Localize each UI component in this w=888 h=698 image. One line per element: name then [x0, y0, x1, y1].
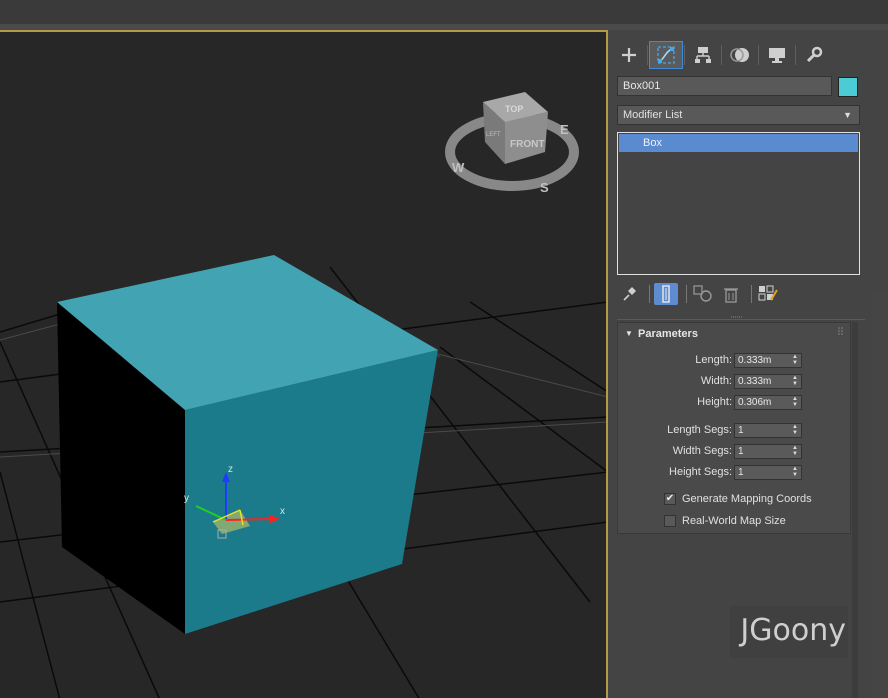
object-name-field[interactable]: Box001	[617, 76, 832, 96]
make-unique-icon	[693, 285, 712, 302]
unchecked-box-icon[interactable]	[664, 515, 676, 527]
dropdown-arrow-icon: ▼	[843, 110, 852, 120]
object-color-swatch[interactable]	[838, 77, 858, 97]
height-segs-label: Height Segs:	[669, 466, 732, 478]
parameters-rollout: ▼ Parameters Length: 0.333m ▲ ▼ Width: 0.3…	[617, 322, 851, 534]
width-segs-label: Width Segs:	[672, 445, 732, 457]
pin-stack-button[interactable]	[617, 283, 641, 305]
configure-sets-icon	[758, 285, 778, 301]
spinner-arrows-icon[interactable]: ▲ ▼	[792, 354, 799, 366]
utilities-tab[interactable]	[797, 41, 831, 69]
spinner-arrows-icon[interactable]: ▲ ▼	[792, 396, 799, 408]
show-end-result-icon	[662, 285, 670, 303]
drag-handle-icon[interactable]	[838, 327, 844, 335]
panel-scrollbar[interactable]	[852, 322, 858, 698]
spinner-arrows-icon[interactable]: ▲ ▼	[792, 445, 799, 457]
monitor-icon	[769, 48, 785, 63]
viewport-scene: z x y TOP FRONT LEFT W S E	[0, 92, 606, 698]
motion-tab[interactable]	[723, 41, 757, 69]
viewcube-front-label: FRONT	[510, 139, 544, 150]
width-spinner[interactable]: 0.333m ▲ ▼	[734, 374, 802, 389]
length-segs-spinner[interactable]: 1 ▲ ▼	[734, 423, 802, 438]
height-segs-spinner[interactable]: 1 ▲ ▼	[734, 465, 802, 480]
modifier-list-dropdown[interactable]: Modifier List ▼	[617, 105, 860, 125]
height-label: Height:	[697, 396, 732, 408]
modifier-stack-toolbar	[617, 282, 867, 306]
collapse-triangle-icon: ▼	[625, 329, 633, 338]
remove-modifier-button[interactable]	[719, 283, 743, 305]
plus-icon	[622, 48, 636, 62]
height-row: Height: 0.306m ▲ ▼	[618, 395, 850, 411]
height-spinner[interactable]: 0.306m ▲ ▼	[734, 395, 802, 410]
width-row: Width: 0.333m ▲ ▼	[618, 374, 850, 390]
length-segs-row: Length Segs: 1 ▲ ▼	[618, 423, 850, 439]
real-world-map-size-label: Real-World Map Size	[682, 515, 786, 527]
checkmark-icon[interactable]: ✔	[664, 493, 676, 505]
width-segs-row: Width Segs: 1 ▲ ▼	[618, 444, 850, 460]
hierarchy-tab[interactable]	[686, 41, 720, 69]
gizmo-x-label: x	[280, 506, 285, 517]
show-end-result-button[interactable]	[654, 283, 678, 305]
pin-icon	[623, 287, 636, 301]
parameters-rollout-header[interactable]: ▼ Parameters	[618, 323, 850, 345]
trash-icon	[724, 288, 738, 303]
gizmo-y-label: y	[184, 493, 189, 504]
configure-modifier-sets-button[interactable]	[756, 283, 780, 305]
watermark: JGoony	[730, 606, 848, 658]
stack-item-box[interactable]: Box	[619, 134, 858, 152]
wrench-icon	[806, 46, 823, 63]
length-label: Length:	[695, 354, 732, 366]
viewcube[interactable]: TOP FRONT LEFT W S E	[445, 92, 579, 195]
parameters-title: Parameters	[638, 328, 698, 340]
create-tab[interactable]	[612, 41, 646, 69]
compass-e-label: E	[560, 122, 569, 137]
viewcube-top-label: TOP	[505, 104, 523, 114]
modify-tab[interactable]	[649, 41, 683, 69]
modifier-stack[interactable]: Box	[617, 132, 860, 275]
title-bar	[0, 0, 888, 25]
command-panel: Box001 Modifier List ▼ Box ▼ Parameters …	[612, 30, 888, 698]
length-row: Length: 0.333m ▲ ▼	[618, 353, 850, 369]
height-segs-row: Height Segs: 1 ▲ ▼	[618, 465, 850, 481]
spinner-arrows-icon[interactable]: ▲ ▼	[792, 375, 799, 387]
hierarchy-icon	[695, 47, 711, 63]
width-label: Width:	[700, 375, 732, 387]
make-unique-button[interactable]	[691, 283, 715, 305]
spinner-arrows-icon[interactable]: ▲ ▼	[792, 424, 799, 436]
spinner-arrows-icon[interactable]: ▲ ▼	[792, 466, 799, 478]
gizmo-z-label: z	[228, 464, 233, 475]
display-tab[interactable]	[760, 41, 794, 69]
modify-curve-icon	[657, 46, 675, 64]
compass-s-label: S	[540, 180, 549, 195]
real-world-map-size-checkbox[interactable]: Real-World Map Size	[664, 514, 864, 530]
compass-w-label: W	[452, 160, 465, 175]
motion-icon	[730, 48, 749, 62]
length-segs-label: Length Segs:	[667, 424, 732, 436]
generate-mapping-coords-label: Generate Mapping Coords	[682, 493, 812, 505]
panel-edge	[872, 290, 888, 698]
viewcube-left-label: LEFT	[486, 132, 501, 138]
width-segs-spinner[interactable]: 1 ▲ ▼	[734, 444, 802, 459]
command-panel-tabs	[612, 40, 888, 70]
length-spinner[interactable]: 0.333m ▲ ▼	[734, 353, 802, 368]
generate-mapping-coords-checkbox[interactable]: ✔ Generate Mapping Coords	[664, 492, 864, 508]
modifier-list-label: Modifier List	[623, 109, 683, 121]
perspective-viewport[interactable]: z x y TOP FRONT LEFT W S E	[0, 30, 608, 698]
